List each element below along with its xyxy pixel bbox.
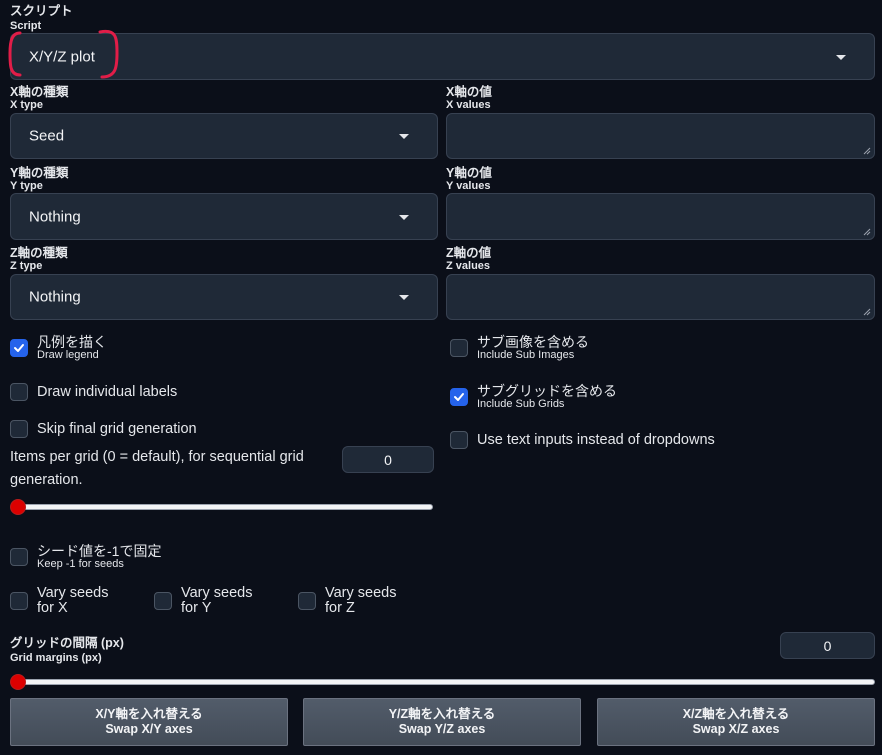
keep-seed-checkbox[interactable] [10, 548, 28, 566]
resize-handle-icon[interactable] [863, 228, 871, 236]
x-values-label: X軸の値 [446, 85, 492, 99]
vary-seeds-z-label-line2: for Z [325, 600, 355, 616]
resize-handle-icon[interactable] [863, 147, 871, 155]
include-sub-images-checkbox[interactable] [450, 339, 468, 357]
grid-margins-slider-thumb[interactable] [10, 674, 26, 690]
x-type-dropdown[interactable]: Seed [10, 113, 438, 159]
y-values-input[interactable] [446, 193, 875, 240]
swap-xy-button-label: X/Y軸を入れ替える [95, 707, 203, 721]
swap-xz-button[interactable]: X/Z軸を入れ替える Swap X/Z axes [597, 698, 875, 746]
grid-margins-sublabel: Grid margins (px) [10, 652, 102, 664]
include-sub-images-label: サブ画像を含める [477, 334, 589, 350]
checkmark-icon [14, 344, 24, 352]
include-sub-grids-sublabel: Include Sub Grids [477, 398, 565, 410]
z-type-dropdown[interactable]: Nothing [10, 274, 438, 320]
vary-seeds-y-label-line1: Vary seeds [181, 585, 253, 601]
items-per-grid-label-line1: Items per grid (0 = default), for sequen… [10, 449, 304, 465]
swap-yz-button-label: Y/Z軸を入れ替える [388, 707, 496, 721]
vary-seeds-x-label-line1: Vary seeds [37, 585, 109, 601]
swap-xz-button-sublabel: Swap X/Z axes [692, 722, 780, 736]
grid-margins-slider-track[interactable] [12, 679, 875, 685]
y-values-label: Y軸の値 [446, 166, 492, 180]
vary-seeds-z-label-line1: Vary seeds [325, 585, 397, 601]
swap-yz-button-sublabel: Swap Y/Z axes [398, 722, 486, 736]
draw-individual-labels-label: Draw individual labels [37, 384, 178, 400]
items-per-grid-slider-track[interactable] [12, 504, 433, 510]
swap-xy-button[interactable]: X/Y軸を入れ替える Swap X/Y axes [10, 698, 288, 746]
skip-final-grid-checkbox[interactable] [10, 420, 28, 438]
use-text-inputs-label: Use text inputs instead of dropdowns [477, 432, 715, 448]
resize-handle-icon[interactable] [863, 308, 871, 316]
script-label: スクリプト [10, 4, 73, 18]
x-values-sublabel: X values [446, 99, 491, 111]
script-dropdown[interactable]: X/Y/Z plot [10, 33, 875, 80]
y-type-value: Nothing [29, 208, 81, 225]
chevron-down-icon [399, 295, 409, 300]
vary-seeds-z-checkbox[interactable] [298, 592, 316, 610]
items-per-grid-slider-thumb[interactable] [10, 499, 26, 515]
chevron-down-icon [399, 214, 409, 220]
items-per-grid-number-input[interactable]: 0 [342, 446, 434, 473]
include-sub-grids-label: サブグリッドを含める [477, 383, 617, 399]
vary-seeds-x-label-line2: for X [37, 600, 68, 616]
draw-legend-label: 凡例を描く [37, 334, 107, 350]
z-type-label: Z軸の種類 [10, 246, 68, 260]
y-type-label: Y軸の種類 [10, 166, 69, 180]
x-type-sublabel: X type [10, 99, 44, 111]
y-type-sublabel: Y type [10, 180, 43, 192]
swap-xy-button-sublabel: Swap X/Y axes [105, 722, 193, 736]
chevron-down-icon [836, 54, 846, 60]
include-sub-grids-checkbox[interactable] [450, 388, 468, 406]
z-type-value: Nothing [29, 288, 81, 306]
draw-individual-labels-checkbox[interactable] [10, 383, 28, 401]
include-sub-images-sublabel: Include Sub Images [477, 349, 575, 361]
y-values-sublabel: Y values [446, 180, 491, 192]
annotation-mark [8, 29, 119, 79]
vary-seeds-y-checkbox[interactable] [154, 592, 172, 610]
vary-seeds-x-checkbox[interactable] [10, 592, 28, 610]
grid-margins-label: グリッドの間隔 (px) [10, 636, 124, 650]
skip-final-grid-label: Skip final grid generation [37, 421, 197, 437]
vary-seeds-y-label-line2: for Y [181, 600, 212, 616]
z-values-label: Z軸の値 [446, 246, 492, 260]
keep-seed-sublabel: Keep -1 for seeds [37, 558, 124, 570]
draw-legend-checkbox[interactable] [10, 339, 28, 357]
checkmark-icon [454, 393, 464, 401]
x-values-input[interactable] [446, 113, 875, 159]
swap-xz-button-label: X/Z軸を入れ替える [682, 707, 790, 721]
y-type-dropdown[interactable]: Nothing [10, 193, 438, 240]
x-type-label: X軸の種類 [10, 85, 69, 99]
swap-yz-button[interactable]: Y/Z軸を入れ替える Swap Y/Z axes [303, 698, 581, 746]
keep-seed-label: シード値を-1で固定 [37, 543, 162, 559]
grid-margins-number-input[interactable]: 0 [780, 632, 875, 659]
draw-legend-sublabel: Draw legend [37, 349, 99, 361]
z-values-input[interactable] [446, 274, 875, 320]
z-values-sublabel: Z values [446, 260, 491, 272]
chevron-down-icon [399, 134, 409, 139]
x-type-value: Seed [29, 127, 65, 145]
z-type-sublabel: Z type [10, 260, 43, 272]
use-text-inputs-checkbox[interactable] [450, 431, 468, 449]
items-per-grid-label-line2: generation. [10, 472, 83, 488]
